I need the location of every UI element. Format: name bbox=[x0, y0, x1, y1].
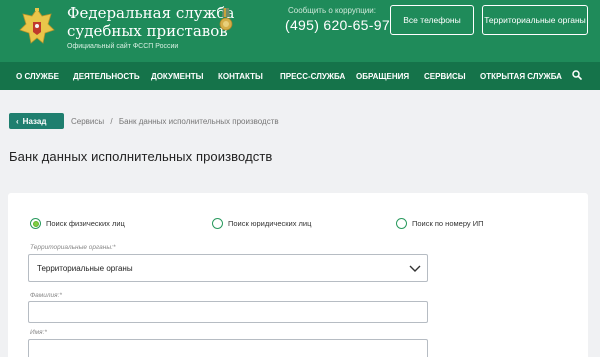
radio-legal-entities[interactable]: Поиск юридических лиц bbox=[212, 218, 311, 229]
lastname-field-label: Фамилия:* bbox=[30, 292, 62, 299]
back-button[interactable]: ‹ Назад bbox=[9, 113, 64, 129]
org-name[interactable]: Федеральная служба судебных приставов bbox=[67, 4, 234, 40]
nav-item-services[interactable]: СЕРВИСЫ bbox=[424, 72, 466, 81]
chevron-left-icon: ‹ bbox=[16, 116, 19, 126]
site-header: Федеральная служба судебных приставов Оф… bbox=[0, 0, 600, 62]
nav-item-documents[interactable]: ДОКУМЕНТЫ bbox=[151, 72, 203, 81]
region-select-value: Территориальные органы bbox=[37, 264, 133, 273]
nav-item-activity[interactable]: ДЕЯТЕЛЬНОСТЬ bbox=[73, 72, 140, 81]
corruption-label: Сообщить о коррупции: bbox=[288, 6, 376, 15]
chevron-down-icon bbox=[409, 265, 421, 272]
nav-item-contacts[interactable]: КОНТАКТЫ bbox=[218, 72, 263, 81]
firstname-field-label: Имя:* bbox=[30, 329, 47, 336]
breadcrumb: Сервисы / Банк данных исполнительных про… bbox=[71, 117, 279, 126]
medal-icon bbox=[219, 8, 233, 31]
region-select[interactable]: Территориальные органы bbox=[28, 254, 428, 282]
radio-selected-icon bbox=[30, 218, 41, 229]
back-button-label: Назад bbox=[22, 116, 47, 126]
org-name-line2: судебных приставов bbox=[67, 22, 228, 40]
breadcrumb-current: Банк данных исполнительных производств bbox=[118, 117, 279, 126]
nav-item-appeals[interactable]: ОБРАЩЕНИЯ bbox=[356, 72, 409, 81]
region-field-label: Территориальные органы:* bbox=[30, 244, 116, 251]
radio-unselected-icon bbox=[396, 218, 407, 229]
org-name-line1: Федеральная служба bbox=[67, 4, 235, 22]
radio-individuals[interactable]: Поиск физических лиц bbox=[30, 218, 125, 229]
nav-item-about[interactable]: О СЛУЖБЕ bbox=[16, 72, 59, 81]
radio-legal-entities-label: Поиск юридических лиц bbox=[228, 219, 312, 228]
corruption-phone[interactable]: (495) 620-65-97 bbox=[285, 17, 390, 33]
page-title: Банк данных исполнительных производств bbox=[9, 149, 273, 164]
lastname-input[interactable] bbox=[28, 301, 428, 323]
breadcrumb-services[interactable]: Сервисы bbox=[71, 117, 104, 126]
org-subtitle: Официальный сайт ФССП России bbox=[67, 43, 179, 50]
nav-item-press[interactable]: ПРЕСС-СЛУЖБА bbox=[280, 72, 345, 81]
radio-ip-number[interactable]: Поиск по номеру ИП bbox=[396, 218, 484, 229]
radio-ip-number-label: Поиск по номеру ИП bbox=[412, 219, 484, 228]
fssp-emblem-icon[interactable] bbox=[18, 6, 56, 48]
breadcrumb-separator: / bbox=[110, 117, 113, 126]
nav-item-open-service[interactable]: ОТКРЫТАЯ СЛУЖБА bbox=[480, 72, 562, 81]
regional-offices-button[interactable]: Территориальные органы bbox=[482, 5, 588, 35]
search-icon[interactable] bbox=[572, 70, 582, 80]
radio-unselected-icon bbox=[212, 218, 223, 229]
radio-individuals-label: Поиск физических лиц bbox=[46, 219, 125, 228]
firstname-input[interactable] bbox=[28, 339, 428, 357]
all-phones-button[interactable]: Все телефоны bbox=[390, 5, 474, 35]
main-nav: О СЛУЖБЕ ДЕЯТЕЛЬНОСТЬ ДОКУМЕНТЫ КОНТАКТЫ… bbox=[0, 62, 600, 90]
